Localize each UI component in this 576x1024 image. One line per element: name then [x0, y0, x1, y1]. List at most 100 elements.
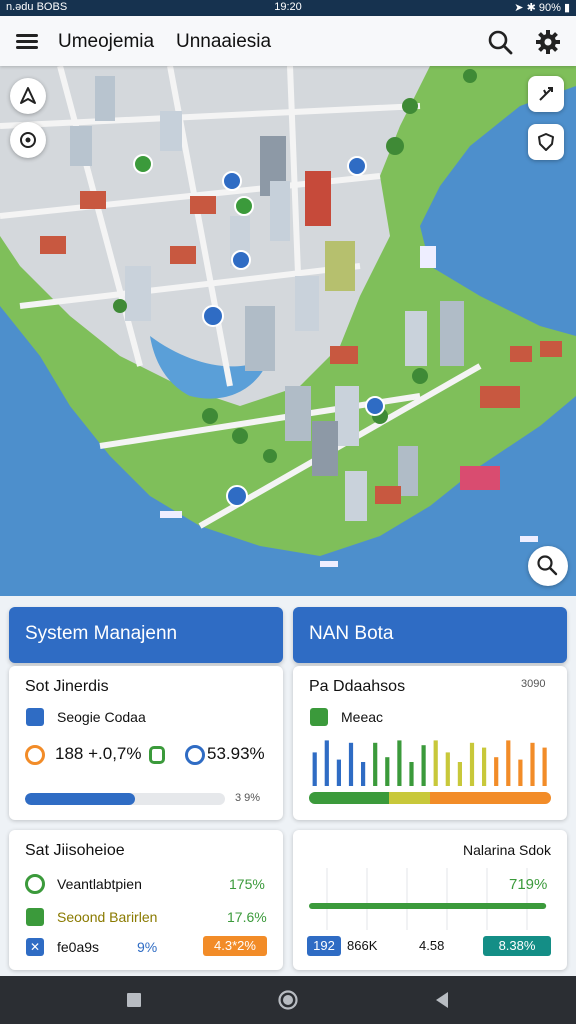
progress-fill [25, 793, 135, 805]
chart-bar [312, 752, 317, 786]
footer-stat: 866K [347, 938, 378, 953]
triangle-back-icon [436, 992, 448, 1008]
chart-bar [433, 740, 438, 786]
chart-bar [373, 742, 378, 786]
chart-bar [445, 752, 450, 786]
map-pin[interactable] [365, 396, 385, 416]
footer-stat-badge: 8.38% [483, 936, 551, 956]
navigation-arrow-icon[interactable] [10, 78, 46, 114]
recent-apps-button[interactable] [122, 988, 146, 1012]
app-bar: Umeojemia Unnaaiesia [0, 16, 576, 66]
value-line [309, 903, 547, 909]
chart-bar [457, 762, 462, 786]
chart-bar [530, 742, 535, 786]
battery-icon: ▮ [563, 2, 570, 14]
chart-bar [324, 740, 329, 786]
map-search-button[interactable] [528, 546, 568, 586]
map-pin[interactable] [231, 250, 251, 270]
circle-icon [278, 990, 298, 1010]
activity-icon [310, 708, 328, 726]
item-label: Meeac [341, 709, 384, 725]
system-management-title: System Manajenn [25, 623, 178, 644]
row-label: Veantlabtpien [57, 876, 142, 892]
highlight-badge: 4.3*2% [203, 936, 267, 956]
map-pin[interactable] [347, 156, 367, 176]
chart-bar [385, 757, 390, 786]
card-title: Sot Jinerdis [25, 678, 109, 695]
search-circle-icon [25, 745, 45, 765]
map-pin[interactable] [226, 485, 248, 507]
system-nav-bar [0, 976, 576, 1024]
footer-stat: 192 [307, 936, 341, 956]
search-icon[interactable] [486, 28, 514, 56]
bluetooth-icon: ✱ [526, 2, 536, 14]
segment-orange [430, 792, 551, 804]
page-subtitle: Unnaaiesia [176, 31, 272, 52]
map-pin[interactable] [234, 196, 254, 216]
segment-green [309, 792, 389, 804]
map-pin[interactable] [222, 171, 242, 191]
close-icon[interactable]: ✕ [26, 938, 44, 956]
location-icon[interactable] [10, 122, 46, 158]
check-icon [25, 874, 45, 894]
status-bar: n.ədu BOBS 19:20 ➤ ✱ 90% ▮ [0, 0, 576, 16]
home-button[interactable] [276, 988, 300, 1012]
map-pin[interactable] [133, 154, 153, 174]
chart-bar [482, 747, 487, 786]
city-map[interactable] [0, 66, 576, 596]
status-icon [149, 746, 165, 764]
page-title: Umeojemia [58, 31, 155, 52]
navigation-arrow-icon: ➤ [514, 2, 524, 14]
data-panel-title: NAN Bota [309, 623, 394, 644]
card-title: Pa Ddaahsos [309, 678, 406, 695]
card-corner-value: 3090 [521, 678, 546, 690]
metric-a: 188 +.0,7% [55, 744, 142, 763]
list-card[interactable]: Sat Jiisoheioe Veantlabtpien 175% Seoond… [9, 830, 283, 970]
activity-card[interactable]: Pa Ddaahsos 3090 Meeac [293, 666, 567, 820]
row-value: 9% [137, 939, 158, 955]
row-label: Seoond Barirlen [57, 909, 158, 925]
back-button[interactable] [430, 988, 454, 1012]
segment-yellow [388, 792, 430, 804]
shield-icon[interactable] [528, 124, 564, 160]
chart-value: 719% [509, 876, 548, 893]
system-management-header[interactable]: System Manajenn [9, 607, 283, 663]
card-title: Nalarina Sdok [463, 842, 551, 858]
item-label: Seogie Codaa [57, 709, 146, 725]
menu-icon[interactable] [14, 29, 40, 53]
progress-bar [25, 793, 225, 805]
gear-icon[interactable] [534, 28, 562, 56]
status-card[interactable]: Sot Jinerdis Seogie Codaa 188 +.0,7% 53.… [9, 666, 283, 820]
progress-label: 3 9% [235, 792, 261, 804]
chart-bar [469, 742, 475, 786]
chart-bar [542, 747, 547, 786]
search-icon [537, 555, 558, 576]
route-icon[interactable] [528, 76, 564, 112]
chart-bar [421, 745, 426, 786]
metric-b: 53.93% [207, 744, 265, 763]
row-label: fe0a9s [57, 939, 100, 955]
chart-bar [494, 757, 499, 786]
status-time: 19:20 [274, 1, 302, 13]
chart-bar [361, 762, 366, 786]
map-pin[interactable] [202, 305, 224, 327]
battery-level: 90% [538, 2, 561, 14]
chart-bar [518, 759, 523, 786]
chart-icon [185, 745, 205, 765]
chart-bar [348, 742, 354, 786]
row-value: 17.6% [227, 909, 267, 925]
footer-stat: 4.58 [419, 938, 445, 953]
chart-bar [397, 740, 402, 786]
segment-bar [309, 792, 551, 804]
mini-bar-chart [312, 740, 547, 786]
item-icon [26, 908, 44, 926]
map-canvas[interactable] [0, 66, 576, 596]
card-title: Sat Jiisoheioe [25, 842, 125, 859]
line-chart-card[interactable]: Nalarina Sdok 719% 192 866K 4.58 8.38% [293, 830, 567, 970]
chart-bar [336, 759, 341, 786]
square-icon [127, 993, 141, 1007]
data-panel-header[interactable]: NAN Bota [293, 607, 567, 663]
system-icon [26, 708, 44, 726]
chart-bar [409, 762, 414, 786]
row-value: 175% [229, 876, 265, 892]
